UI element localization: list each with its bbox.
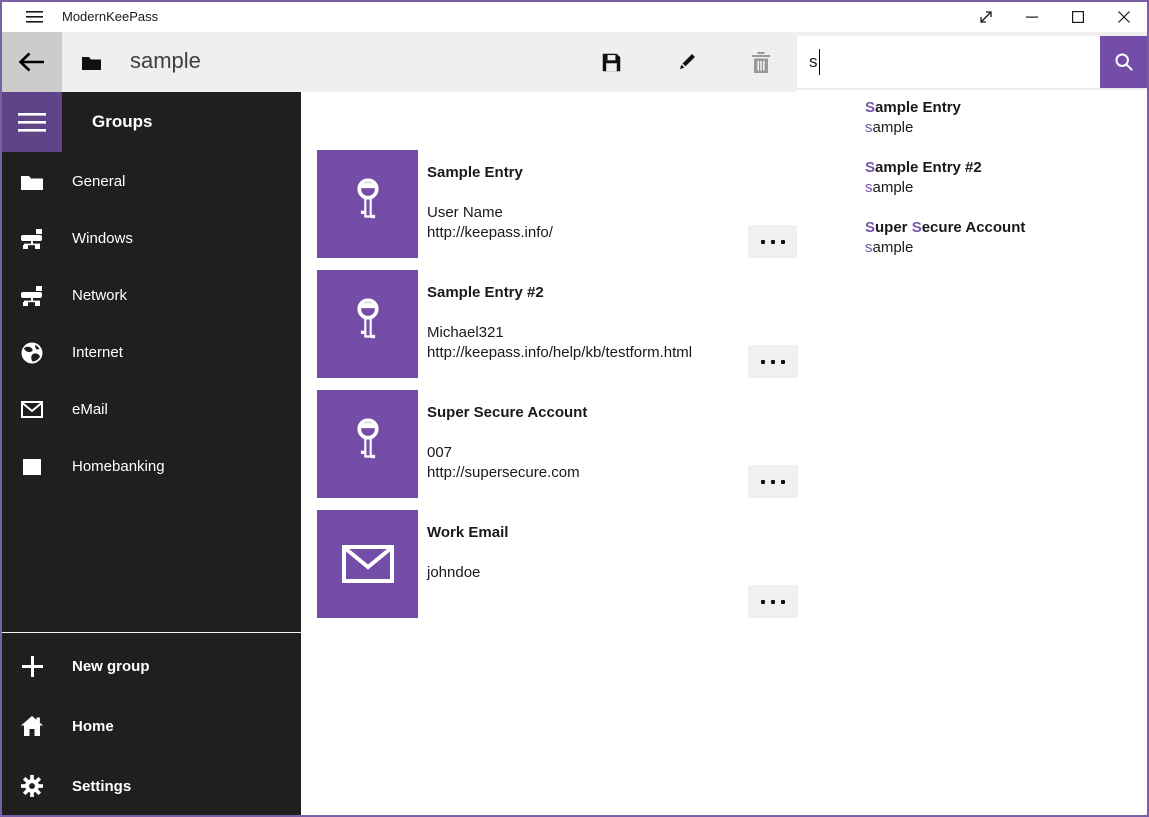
sidebar-item-internet[interactable]: Internet bbox=[2, 324, 301, 381]
search-button[interactable] bbox=[1100, 36, 1147, 88]
key-icon bbox=[317, 390, 418, 498]
sidebar-item-home[interactable]: Home bbox=[2, 696, 301, 756]
home-icon bbox=[20, 716, 44, 736]
suggestion-subtitle: sample bbox=[865, 178, 1147, 198]
sidebar-item-label: Windows bbox=[72, 230, 133, 247]
save-icon bbox=[601, 52, 622, 73]
groups-heading: Groups bbox=[92, 92, 152, 152]
entry-title: Work Email bbox=[427, 524, 508, 541]
command-bar: sample bbox=[2, 32, 1147, 92]
more-options-button[interactable] bbox=[748, 225, 798, 258]
delete-button bbox=[737, 32, 785, 92]
folder-icon bbox=[20, 174, 44, 190]
sidebar: Groups General Windows Network bbox=[2, 92, 301, 815]
sidebar-item-label: Settings bbox=[72, 778, 131, 795]
entry-url: http://supersecure.com bbox=[427, 464, 580, 481]
minimize-icon[interactable] bbox=[1009, 2, 1055, 32]
fullscreen-icon[interactable] bbox=[963, 2, 1009, 32]
group-list: General Windows Network bbox=[2, 153, 301, 495]
sidebar-item-network[interactable]: Network bbox=[2, 267, 301, 324]
entry-row-sample-entry-2[interactable]: Sample Entry #2 Michael321 http://keepas… bbox=[317, 270, 807, 378]
suggestion-subtitle: sample bbox=[865, 118, 1147, 138]
entry-url: http://keepass.info/help/kb/testform.htm… bbox=[427, 344, 692, 361]
edit-pencil-icon bbox=[677, 52, 697, 72]
sidebar-item-settings[interactable]: Settings bbox=[2, 756, 301, 816]
entry-username: Michael321 bbox=[427, 324, 504, 341]
sidebar-item-new-group[interactable]: New group bbox=[2, 636, 301, 696]
suggestion-subtitle: sample bbox=[865, 238, 1147, 258]
sidebar-item-label: General bbox=[72, 173, 125, 190]
sidebar-item-label: New group bbox=[72, 658, 150, 675]
database-title: sample bbox=[130, 32, 201, 92]
close-icon[interactable] bbox=[1101, 2, 1147, 32]
mail-icon bbox=[317, 510, 418, 618]
network-icon bbox=[20, 229, 44, 249]
back-button[interactable] bbox=[2, 32, 62, 92]
app-window: ModernKeePass sample bbox=[0, 0, 1149, 817]
plus-icon bbox=[20, 656, 44, 677]
title-bar: ModernKeePass bbox=[2, 2, 1147, 32]
sidebar-divider bbox=[2, 632, 301, 633]
ellipsis-icon bbox=[761, 360, 765, 364]
entry-title: Super Secure Account bbox=[427, 404, 587, 421]
suggestion-title: Sample Entry bbox=[865, 98, 1147, 118]
search-input[interactable]: s bbox=[797, 36, 1100, 88]
more-options-button[interactable] bbox=[748, 465, 798, 498]
ellipsis-icon bbox=[761, 240, 765, 244]
entry-username: 007 bbox=[427, 444, 452, 461]
sidebar-item-windows[interactable]: Windows bbox=[2, 210, 301, 267]
globe-icon bbox=[20, 342, 44, 364]
more-options-button[interactable] bbox=[748, 585, 798, 618]
suggestion-item[interactable]: Super Secure Account sample bbox=[797, 210, 1147, 270]
sidebar-item-email[interactable]: eMail bbox=[2, 381, 301, 438]
sidebar-item-label: Home bbox=[72, 718, 114, 735]
suggestion-title: Sample Entry #2 bbox=[865, 158, 1147, 178]
entry-row-work-email[interactable]: Work Email johndoe bbox=[317, 510, 807, 618]
entry-row-sample-entry[interactable]: Sample Entry User Name http://keepass.in… bbox=[317, 150, 807, 258]
key-icon bbox=[317, 150, 418, 258]
key-icon bbox=[317, 270, 418, 378]
mail-icon bbox=[20, 401, 44, 418]
sidebar-item-general[interactable]: General bbox=[2, 153, 301, 210]
edit-button[interactable] bbox=[663, 32, 711, 92]
square-icon bbox=[20, 459, 44, 475]
ellipsis-icon bbox=[761, 600, 765, 604]
window-controls bbox=[963, 2, 1147, 32]
entry-username: johndoe bbox=[427, 564, 480, 581]
search-icon bbox=[1114, 52, 1134, 72]
sidebar-item-label: Network bbox=[72, 287, 127, 304]
back-arrow-icon bbox=[19, 52, 45, 72]
maximize-icon[interactable] bbox=[1055, 2, 1101, 32]
text-caret bbox=[819, 49, 820, 75]
entry-title: Sample Entry #2 bbox=[427, 284, 544, 301]
app-title: ModernKeePass bbox=[62, 2, 158, 32]
entry-row-super-secure-account[interactable]: Super Secure Account 007 http://supersec… bbox=[317, 390, 807, 498]
search-query-text: s bbox=[809, 52, 818, 72]
sidebar-item-homebanking[interactable]: Homebanking bbox=[2, 438, 301, 495]
titlebar-hamburger-icon[interactable] bbox=[16, 2, 52, 32]
ellipsis-icon bbox=[761, 480, 765, 484]
sidebar-footer: New group Home bbox=[2, 636, 301, 816]
sidebar-item-label: Internet bbox=[72, 344, 123, 361]
save-button[interactable] bbox=[587, 32, 635, 92]
database-folder-icon bbox=[80, 32, 102, 92]
more-options-button[interactable] bbox=[748, 345, 798, 378]
suggestion-item[interactable]: Sample Entry sample bbox=[797, 90, 1147, 150]
search-suggestions-flyout: Sample Entry sample Sample Entry #2 samp… bbox=[797, 90, 1147, 282]
sidebar-hamburger-icon[interactable] bbox=[2, 92, 62, 152]
network-icon bbox=[20, 286, 44, 306]
delete-trash-icon bbox=[752, 52, 770, 73]
entry-url: http://keepass.info/ bbox=[427, 224, 553, 241]
suggestion-item[interactable]: Sample Entry #2 sample bbox=[797, 150, 1147, 210]
gear-icon bbox=[20, 775, 44, 797]
suggestion-title: Super Secure Account bbox=[865, 218, 1147, 238]
entry-title: Sample Entry bbox=[427, 164, 523, 181]
entry-username: User Name bbox=[427, 204, 503, 221]
sidebar-item-label: eMail bbox=[72, 401, 108, 418]
sidebar-item-label: Homebanking bbox=[72, 458, 165, 475]
